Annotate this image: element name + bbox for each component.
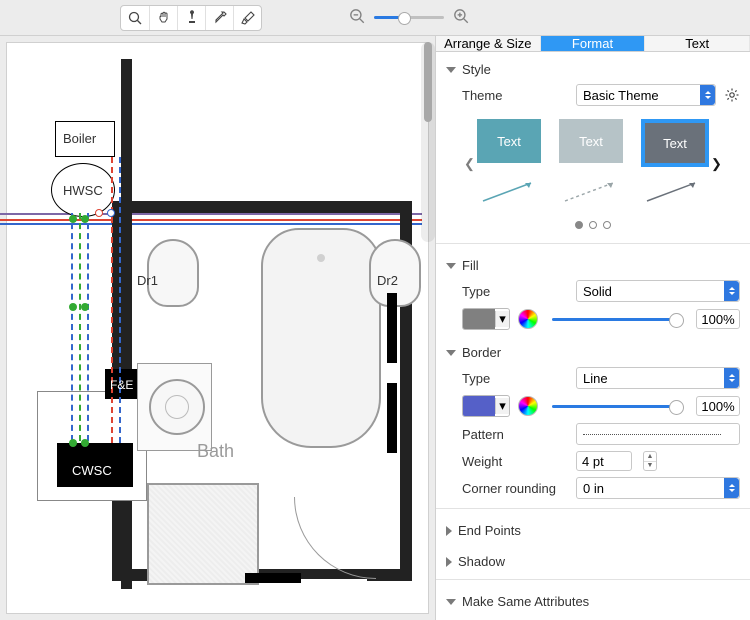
tool-group [120,5,262,31]
arrow-style-3[interactable] [641,175,705,209]
pan-tool[interactable] [149,6,177,30]
style-next[interactable]: ❯ [709,156,724,172]
door-opening [297,579,367,593]
stamp-tool[interactable] [177,6,205,30]
section-fill[interactable]: Fill [446,254,740,277]
pipe-vent [79,213,81,441]
fixture-bar [387,293,397,363]
section-style[interactable]: Style [446,58,740,81]
pipe-cold-3 [119,157,121,443]
zoom-tool[interactable] [121,6,149,30]
valve-icon [81,303,89,311]
zoom-control [348,7,470,28]
fill-type-label: Type [462,284,568,299]
color-wheel-icon[interactable] [518,396,538,416]
top-toolbar [0,0,750,36]
section-msa[interactable]: Make Same Attributes [446,590,740,613]
fixture-bar [245,573,301,583]
border-color-chip[interactable]: ▾ [462,395,510,417]
weight-stepper[interactable]: ▲▼ [643,451,657,471]
stop-valve [95,209,103,217]
section-endpoints[interactable]: End Points [446,519,740,542]
sink-symbol[interactable] [149,379,205,435]
page-dot-1[interactable] [575,221,583,229]
valve-icon [81,439,89,447]
arrow-style-2[interactable] [559,175,623,209]
weight-label: Weight [462,454,568,469]
pattern-label: Pattern [462,427,568,442]
corner-label: Corner rounding [462,481,568,496]
tab-format[interactable]: Format [541,36,646,51]
style-swatch-2[interactable]: Text [559,119,623,163]
corner-select[interactable]: 0 in [576,477,740,499]
style-swatch-1[interactable]: Text [477,119,541,163]
label-cwsc: CWSC [72,463,112,478]
label-boiler: Boiler [63,131,96,146]
gear-icon[interactable] [724,87,740,103]
valve-icon [69,303,77,311]
fill-color-chip[interactable]: ▾ [462,308,510,330]
style-prev[interactable]: ❮ [462,156,477,172]
panel-tabs: Arrange & Size Format Text [436,36,750,52]
label-bath: Bath [197,441,234,462]
label-hwsc: HWSC [63,183,103,198]
fill-type-select[interactable]: Solid [576,280,740,302]
page-dot-2[interactable] [589,221,597,229]
border-opacity-slider[interactable] [552,405,682,408]
theme-select[interactable]: Basic Theme [576,84,716,106]
border-type-label: Type [462,371,568,386]
brush-tool[interactable] [233,6,261,30]
theme-label: Theme [462,88,568,103]
style-pager [446,215,740,237]
arrow-style-1[interactable] [477,175,541,209]
stop-valve [107,209,115,217]
shower-pan[interactable] [147,483,259,585]
color-wheel-icon[interactable] [518,309,538,329]
pattern-select[interactable] [576,423,740,445]
valve-icon [69,215,77,223]
tab-arrange[interactable]: Arrange & Size [436,36,541,51]
border-type-select[interactable]: Line [576,367,740,389]
fill-opacity-value[interactable]: 100% [696,309,740,329]
style-swatch-3[interactable]: Text [641,119,709,167]
eyedropper-tool[interactable] [205,6,233,30]
valve-icon [69,439,77,447]
fill-opacity-slider[interactable] [552,318,682,321]
bathtub[interactable] [261,228,381,448]
tab-text[interactable]: Text [645,36,750,51]
vertical-scrollbar[interactable] [421,42,435,242]
zoom-out-icon[interactable] [348,7,366,28]
page-dot-3[interactable] [603,221,611,229]
border-opacity-value[interactable]: 100% [696,396,740,416]
canvas-area[interactable]: Boiler HWSC CWSC F&E Dr1 Dr2 Bath [0,36,435,620]
section-shadow[interactable]: Shadow [446,550,740,573]
label-dr1: Dr1 [137,273,158,288]
label-dr2: Dr2 [377,273,398,288]
pipe-cold [71,213,73,441]
zoom-slider[interactable] [374,16,444,19]
section-border[interactable]: Border [446,341,740,364]
valve-icon [81,215,89,223]
weight-input[interactable]: 4 pt [576,451,632,471]
pipe-cold-2 [87,213,89,441]
fixture-bar [387,383,397,453]
pipe-hot [111,157,113,443]
inspector-panel: Arrange & Size Format Text Style Theme B… [435,36,750,620]
zoom-in-icon[interactable] [452,7,470,28]
label-fe: F&E [110,378,133,392]
drawing-canvas[interactable]: Boiler HWSC CWSC F&E Dr1 Dr2 Bath [6,42,429,614]
